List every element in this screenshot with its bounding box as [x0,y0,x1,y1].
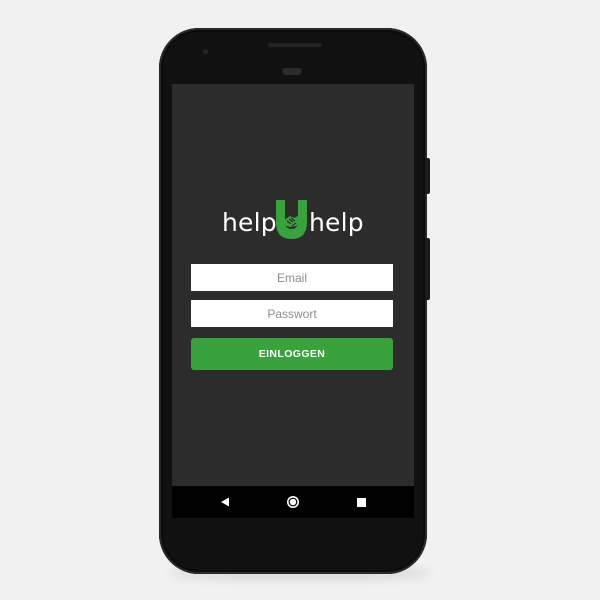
recent-apps-square-icon[interactable] [352,493,370,511]
app-logo: help help [222,200,364,242]
volume-button [425,238,430,300]
device-mockup-stage: help help EINLOGGEN [0,0,600,600]
back-triangle-icon[interactable] [216,493,234,511]
home-circle-icon[interactable] [284,493,302,511]
logo-word-left: help [222,208,277,237]
navigation-bar [172,486,414,518]
app-screen: help help EINLOGGEN [172,84,414,518]
handshake-u-icon [276,200,307,239]
logo-word-right: help [309,208,364,237]
login-button[interactable]: EINLOGGEN [191,338,393,370]
earpiece [282,68,302,75]
front-camera [203,49,208,54]
top-speaker-grille [268,43,322,47]
power-button [425,158,430,194]
password-field[interactable] [191,300,393,327]
email-field[interactable] [191,264,393,291]
